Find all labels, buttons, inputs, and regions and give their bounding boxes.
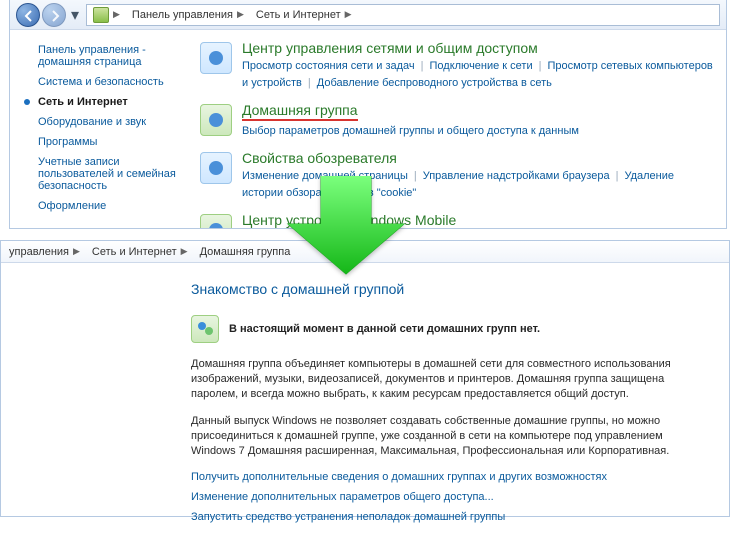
separator: | <box>616 170 619 182</box>
category-section: Домашняя группа Выбор параметров домашней… <box>200 102 716 140</box>
description-paragraph: Данный выпуск Windows не позволяет созда… <box>191 414 699 459</box>
main-panel: Центр управления сетями и общим доступом… <box>200 30 726 228</box>
category-icon <box>200 214 232 228</box>
arrow-right-icon <box>48 9 62 23</box>
sidebar: Панель управления - домашняя страницаСис… <box>10 30 200 228</box>
category-section: Свойства обозревателяИзменение домашней … <box>200 150 716 202</box>
sidebar-item[interactable]: Панель управления - домашняя страница <box>10 40 200 72</box>
status-row: В настоящий момент в данной сети домашни… <box>191 315 699 343</box>
address-seg-label: Панель управления <box>132 9 233 21</box>
sidebar-item[interactable]: Сеть и Интернет <box>10 92 200 112</box>
green-arrow-annotation <box>286 176 406 276</box>
breadcrumb-seg[interactable]: Домашняя группа <box>194 246 297 258</box>
status-text: В настоящий момент в данной сети домашни… <box>229 323 540 335</box>
chevron-right-icon: ▶ <box>113 9 120 20</box>
breadcrumb-label: Сеть и Интернет <box>92 246 177 258</box>
task-link[interactable]: Просмотр состояния сети и задач <box>242 60 415 72</box>
breadcrumb-label: Домашняя группа <box>200 246 291 258</box>
chevron-right-icon: ▶ <box>181 246 188 257</box>
category-section: Центр устройств Windows MobileИзменить н… <box>200 212 716 228</box>
address-seg-control-panel[interactable]: Панель управления ▶ <box>126 5 250 25</box>
separator: | <box>539 60 542 72</box>
category-title[interactable]: Домашняя группа <box>242 102 358 121</box>
homegroup-icon <box>191 315 219 343</box>
chevron-right-icon: ▶ <box>73 246 80 257</box>
separator: | <box>414 170 417 182</box>
category-icon <box>200 42 232 74</box>
chevron-right-icon: ▶ <box>345 9 352 20</box>
sidebar-item[interactable]: Оформление <box>10 196 200 216</box>
arrow-down-icon <box>286 176 406 276</box>
action-link[interactable]: Изменение дополнительных параметров обще… <box>191 491 699 503</box>
breadcrumb-label: управления <box>9 246 69 258</box>
address-root[interactable]: ▶ <box>87 5 126 25</box>
titlebar: ▾ ▶ Панель управления ▶ Сеть и Интернет … <box>10 0 726 30</box>
chevron-right-icon: ▶ <box>237 9 244 20</box>
nav-forward-button[interactable] <box>42 3 66 27</box>
separator: | <box>308 77 311 89</box>
category-links: Просмотр состояния сети и задач | Подключе… <box>242 58 716 92</box>
sidebar-item[interactable]: Оборудование и звук <box>10 112 200 132</box>
control-panel-icon <box>93 7 109 23</box>
nav-history-dropdown[interactable]: ▾ <box>68 3 82 27</box>
category-icon <box>200 152 232 184</box>
action-link[interactable]: Получить дополнительные сведения о домаш… <box>191 471 699 483</box>
task-link[interactable]: Добавление беспроводного устройства в се… <box>317 77 552 89</box>
action-link[interactable]: Запустить средство устранения неполадок … <box>191 511 699 523</box>
sidebar-item[interactable]: Учетные записи пользователей и семейная … <box>10 152 200 196</box>
description-paragraph: Домашняя группа объединяет компьютеры в … <box>191 357 699 402</box>
task-link[interactable]: Подключение к сети <box>430 60 533 72</box>
category-title[interactable]: Свойства обозревателя <box>242 150 716 166</box>
homegroup-content: Знакомство с домашней группой В настоящи… <box>1 263 729 541</box>
nav-back-button[interactable] <box>16 3 40 27</box>
arrow-left-icon <box>22 9 36 23</box>
homegroup-window: управления ▶ Сеть и Интернет ▶ Домашняя … <box>0 240 730 517</box>
address-seg-label: Сеть и Интернет <box>256 9 341 21</box>
category-section: Центр управления сетями и общим доступом… <box>200 40 716 92</box>
breadcrumb-seg[interactable]: Сеть и Интернет ▶ <box>86 246 194 258</box>
category-links: Выбор параметров домашней группы и общег… <box>242 123 716 140</box>
task-link[interactable]: Выбор параметров домашней группы и общег… <box>242 125 579 137</box>
sidebar-item[interactable]: Система и безопасность <box>10 72 200 92</box>
category-icon <box>200 104 232 136</box>
breadcrumb-seg[interactable]: управления ▶ <box>3 246 86 258</box>
address-seg-network[interactable]: Сеть и Интернет ▶ <box>250 5 358 25</box>
separator: | <box>421 60 424 72</box>
sidebar-item[interactable]: Программы <box>10 132 200 152</box>
address-bar[interactable]: ▶ Панель управления ▶ Сеть и Интернет ▶ <box>86 4 720 26</box>
page-title: Знакомство с домашней группой <box>191 281 699 297</box>
category-title[interactable]: Центр управления сетями и общим доступом <box>242 40 716 56</box>
task-link[interactable]: Управление надстройками браузера <box>423 170 610 182</box>
